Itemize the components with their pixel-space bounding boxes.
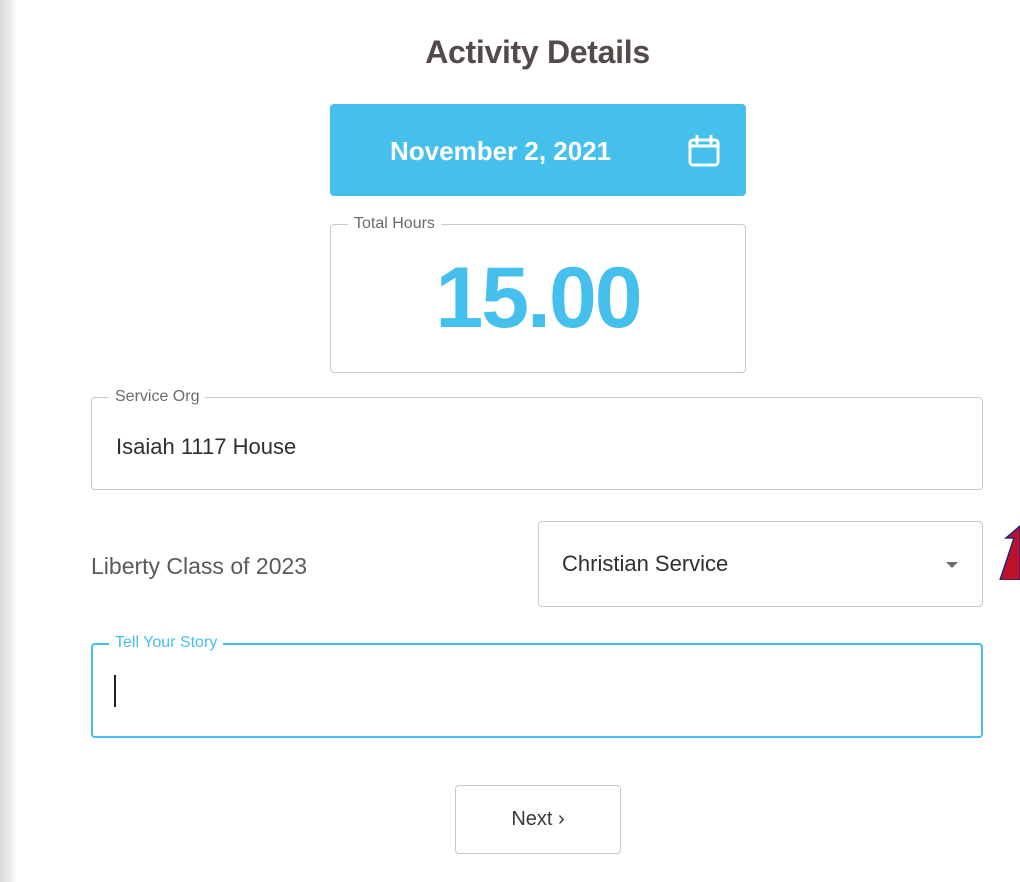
calendar-icon xyxy=(688,135,720,167)
tell-your-story-input[interactable] xyxy=(107,669,971,713)
next-button[interactable]: Next › xyxy=(455,785,621,854)
class-label: Liberty Class of 2023 xyxy=(91,553,308,579)
total-hours-legend: Total Hours xyxy=(348,215,441,233)
left-edge-shadow xyxy=(0,0,16,882)
service-type-select[interactable]: Christian Service xyxy=(538,521,983,607)
chevron-down-icon xyxy=(946,562,958,568)
service-org-value[interactable]: Isaiah 1117 House xyxy=(116,434,296,460)
next-button-label: Next › xyxy=(511,808,565,830)
service-org-legend: Service Org xyxy=(109,388,206,406)
red-arrow-icon xyxy=(999,525,1020,580)
page-title: Activity Details xyxy=(425,34,650,70)
tell-your-story-legend: Tell Your Story xyxy=(109,634,224,652)
service-org-field[interactable]: Service Org Isaiah 1117 House xyxy=(91,388,983,490)
total-hours-field: Total Hours 15.00 xyxy=(330,215,746,373)
service-type-value: Christian Service xyxy=(562,551,729,576)
date-label: November 2, 2021 xyxy=(390,136,612,166)
text-cursor xyxy=(114,675,116,707)
tell-your-story-field[interactable]: Tell Your Story xyxy=(91,634,983,738)
date-picker-button[interactable]: November 2, 2021 xyxy=(330,104,746,196)
total-hours-value: 15.00 xyxy=(435,250,642,346)
